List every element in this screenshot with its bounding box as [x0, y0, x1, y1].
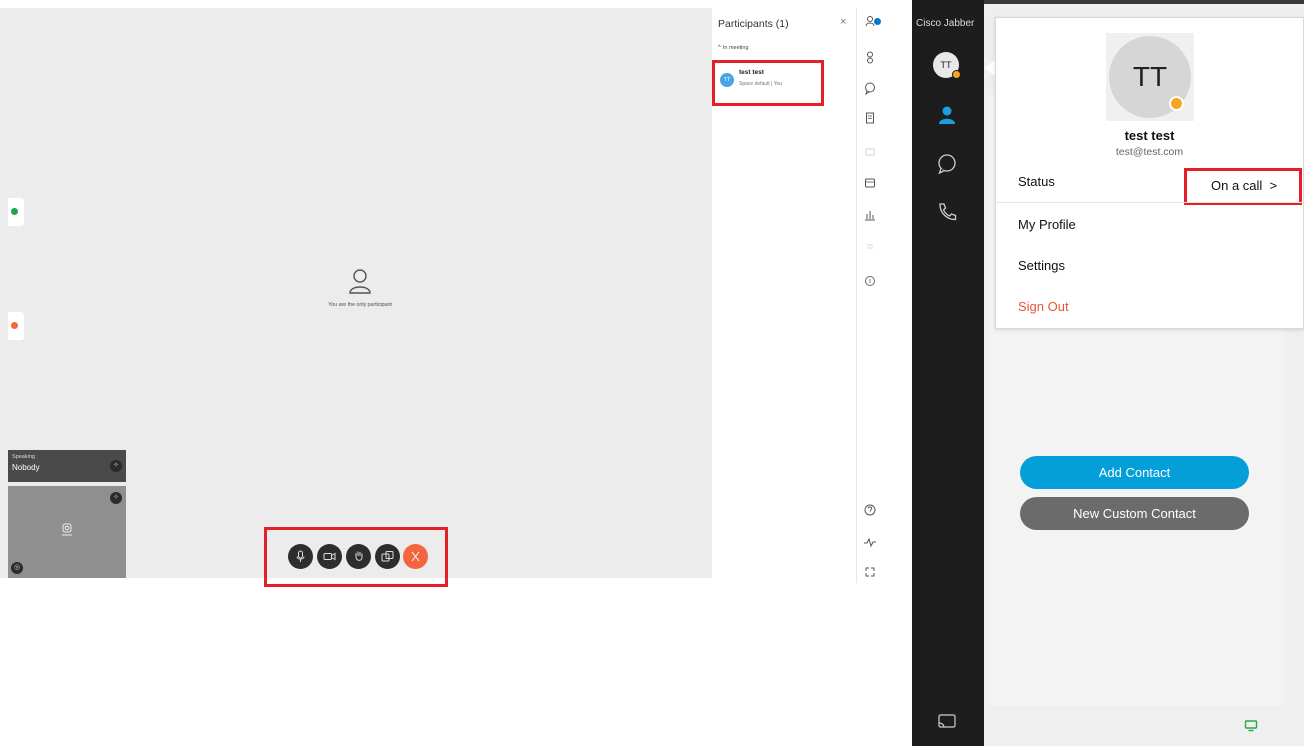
app-title: Cisco Jabber [916, 18, 975, 29]
chat-rail-button[interactable] [863, 81, 877, 96]
person-icon [349, 269, 371, 294]
help-rail-button[interactable] [863, 503, 877, 517]
green-status-tab[interactable] [8, 198, 24, 226]
chats-nav-button[interactable] [936, 153, 958, 175]
mute-button[interactable] [288, 544, 313, 569]
participant-subtitle: Space default | You [739, 81, 783, 87]
presence-indicator [1169, 96, 1184, 111]
fullscreen-icon [865, 567, 875, 577]
share-button[interactable] [375, 544, 400, 569]
self-view-video: ✧ ◎ [8, 486, 126, 578]
speaking-indicator: Speaking Nobody ✧ [8, 450, 126, 482]
close-icon [411, 551, 420, 562]
meeting-controls-highlight [264, 527, 448, 587]
participants-badge [874, 18, 881, 25]
camera-off-icon [62, 523, 72, 536]
participants-title: Participants (1) [718, 18, 789, 30]
notes-icon [866, 112, 874, 124]
red-status-tab[interactable] [8, 312, 24, 340]
status-value: On a call > [1211, 178, 1278, 193]
leave-meeting-button[interactable] [403, 544, 428, 569]
close-participants-button[interactable]: × [840, 16, 846, 28]
video-camera-icon [323, 552, 336, 561]
participants-rail-button[interactable] [863, 14, 881, 28]
activity-icon [864, 537, 876, 548]
network-rail-button[interactable] [863, 535, 877, 549]
user-avatar-button[interactable]: TT [933, 52, 961, 79]
microphone-icon [296, 550, 305, 562]
contacts-nav-button[interactable] [936, 104, 958, 126]
status-label: Status [1018, 174, 1055, 189]
captions-rail-button[interactable] [863, 145, 877, 159]
sign-out-menu-item[interactable]: Sign Out [1018, 299, 1069, 314]
webex-right-rail [856, 8, 884, 583]
settings-menu-item[interactable]: Settings [1018, 258, 1065, 273]
contacts-icon [939, 106, 955, 124]
desktop-icon[interactable] [1244, 720, 1258, 732]
phone-icon [939, 203, 957, 221]
qa-icon [867, 244, 873, 249]
people-rail-button[interactable] [863, 50, 877, 64]
pin-icon[interactable]: ✧ [110, 460, 122, 472]
calls-nav-button[interactable] [936, 201, 958, 223]
add-contact-button[interactable]: Add Contact [1020, 456, 1249, 489]
polling-rail-button[interactable] [863, 208, 877, 222]
profile-email: test@test.com [1115, 146, 1184, 158]
cast-button[interactable] [936, 710, 958, 732]
only-participant-message: You are the only participant [328, 302, 392, 308]
profile-popup: TT test test test@test.com Status On a c… [995, 17, 1304, 329]
avatar-initials: TT [940, 60, 952, 70]
settings-small-icon[interactable]: ◎ [11, 562, 23, 574]
raise-hand-button[interactable] [346, 544, 371, 569]
only-participant-notice: You are the only participant [300, 268, 420, 308]
hand-icon [355, 551, 363, 561]
fullscreen-rail-button[interactable] [863, 565, 877, 579]
new-custom-contact-button[interactable]: New Custom Contact [1020, 497, 1249, 530]
participant-row[interactable]: TT test test Space default | You [712, 60, 824, 106]
pin-icon[interactable]: ✧ [110, 492, 122, 504]
qa-rail-button[interactable] [863, 240, 877, 254]
person-outline-icon [867, 51, 873, 64]
my-profile-menu-item[interactable]: My Profile [1018, 217, 1076, 232]
participant-name: test test [739, 69, 764, 76]
help-icon [864, 504, 876, 516]
bar-chart-icon [865, 211, 875, 221]
profile-name: test test [1124, 128, 1175, 143]
more-rail-button[interactable] [863, 274, 877, 288]
cast-screen-icon [938, 714, 956, 728]
profile-avatar-frame: TT [1106, 33, 1194, 121]
share-screen-icon [381, 551, 394, 562]
chevron-up-icon: ^ [718, 45, 721, 51]
status-selector[interactable]: On a call > [1184, 168, 1302, 205]
avatar: TT [720, 73, 734, 87]
jabber-sidebar: Cisco Jabber TT [912, 0, 984, 746]
green-dot-icon [11, 208, 18, 215]
captions-icon [865, 148, 875, 156]
more-circle-icon [865, 276, 875, 286]
participants-panel: Participants (1) × ^ In meeting TT test t… [712, 8, 854, 578]
speaking-value: Nobody [12, 463, 40, 472]
popup-arrow [984, 60, 995, 76]
in-meeting-label: In meeting [722, 45, 749, 51]
presence-indicator [952, 70, 961, 79]
divider [996, 202, 1303, 203]
notes-rail-button[interactable] [863, 111, 877, 125]
whiteboard-icon [865, 178, 875, 188]
whiteboard-rail-button[interactable] [863, 176, 877, 190]
video-button[interactable] [317, 544, 342, 569]
chat-icon [865, 82, 875, 96]
chat-bubble-icon [938, 154, 956, 175]
red-dot-icon [11, 322, 18, 329]
speaking-label: Speaking [12, 454, 35, 460]
in-meeting-section-toggle[interactable]: ^ In meeting [718, 45, 749, 51]
